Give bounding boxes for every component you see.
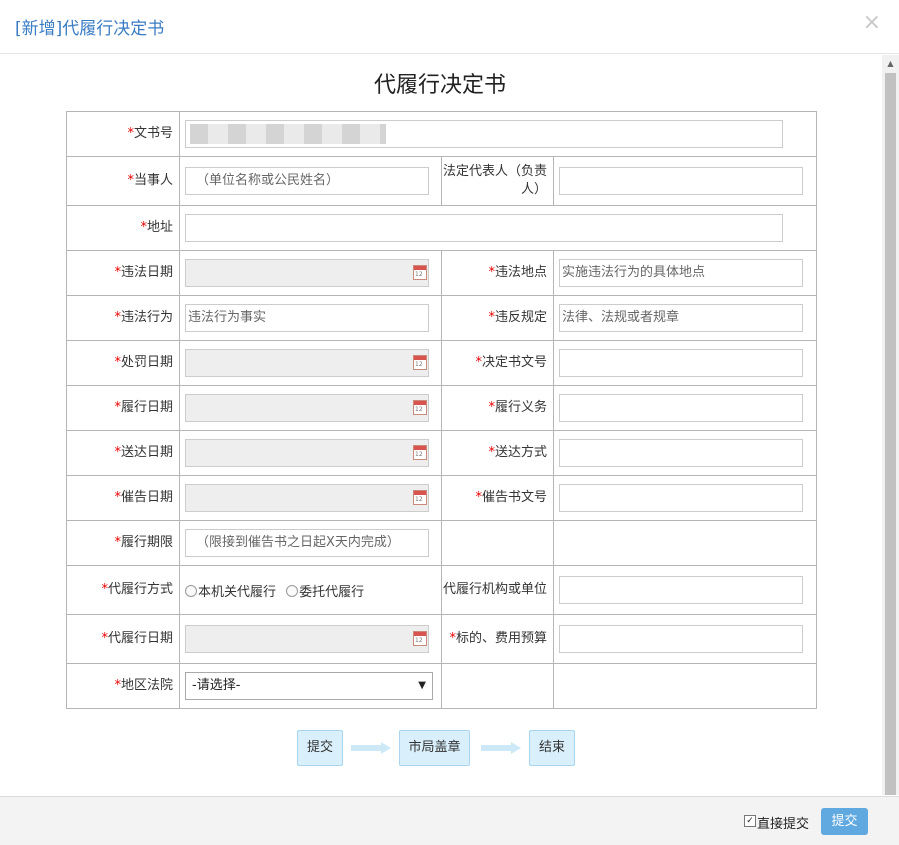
violated-rule-label: *违反规定 bbox=[441, 295, 554, 341]
calendar-icon[interactable]: 12 bbox=[413, 490, 427, 505]
address-label: *地址 bbox=[66, 205, 180, 251]
scroll-up-icon[interactable]: ▲ bbox=[882, 55, 899, 72]
doc-number-input[interactable] bbox=[185, 120, 783, 148]
radio-button[interactable] bbox=[185, 584, 197, 597]
substitute-date-input[interactable]: 12 bbox=[185, 625, 429, 653]
direct-submit-label: 直接提交 bbox=[757, 817, 810, 832]
flow-step-end: 结束 bbox=[529, 730, 575, 766]
delivery-method-label: *送达方式 bbox=[441, 430, 554, 476]
violation-act-label: *违法行为 bbox=[66, 295, 180, 341]
legal-rep-input[interactable] bbox=[559, 167, 803, 195]
urge-number-input[interactable] bbox=[559, 484, 803, 512]
form-scroll-area: 代履行决定书 *文书号 *当事人 （单位名称或公民姓名） 法定代表人（负责人） … bbox=[0, 55, 899, 795]
delivery-date-input[interactable]: 12 bbox=[185, 439, 429, 467]
substitute-date-label: *代履行日期 bbox=[66, 614, 180, 664]
perform-date-label: *履行日期 bbox=[66, 385, 180, 431]
decision-number-input[interactable] bbox=[559, 349, 803, 377]
budget-input[interactable] bbox=[559, 625, 803, 653]
violation-place-label: *违法地点 bbox=[441, 250, 554, 296]
court-select[interactable]: -请选择- ▼ bbox=[185, 672, 433, 700]
direct-submit-checkbox[interactable]: ✓ bbox=[744, 815, 756, 827]
substitute-org-label: 代履行机构或单位 bbox=[441, 565, 554, 615]
substitute-method-label: *代履行方式 bbox=[66, 565, 180, 615]
radio-button[interactable] bbox=[286, 584, 299, 597]
calendar-icon[interactable]: 12 bbox=[413, 445, 427, 460]
urge-date-label: *催告日期 bbox=[66, 475, 180, 521]
urge-number-label: *催告书文号 bbox=[441, 475, 554, 521]
address-input[interactable] bbox=[185, 214, 783, 242]
violation-date-label: *违法日期 bbox=[66, 250, 180, 296]
decision-number-label: *决定书文号 bbox=[441, 340, 554, 386]
urge-date-input[interactable]: 12 bbox=[185, 484, 429, 512]
party-label: *当事人 bbox=[66, 156, 180, 206]
delivery-method-input[interactable] bbox=[559, 439, 803, 467]
perform-duty-label: *履行义务 bbox=[441, 385, 554, 431]
empty-cell bbox=[441, 663, 554, 709]
violated-rule-input[interactable]: 法律、法规或者规章 bbox=[559, 304, 803, 332]
empty-cell bbox=[552, 663, 818, 709]
chevron-down-icon: ▼ bbox=[418, 680, 426, 691]
penalty-date-input[interactable]: 12 bbox=[185, 349, 429, 377]
close-icon[interactable]: × bbox=[863, 12, 881, 34]
dialog-title: [新增]代履行决定书 bbox=[15, 19, 165, 39]
doc-title: 代履行决定书 bbox=[373, 73, 506, 98]
dialog-footer: ✓ 直接提交 提交 bbox=[0, 796, 899, 845]
perform-deadline-input[interactable]: （限接到催告书之日起X天内完成） bbox=[185, 529, 429, 557]
dialog-header: [新增]代履行决定书 × bbox=[0, 0, 899, 54]
perform-duty-input[interactable] bbox=[559, 394, 803, 422]
violation-date-input[interactable]: 12 bbox=[185, 259, 429, 287]
delivery-date-label: *送达日期 bbox=[66, 430, 180, 476]
substitute-org-input[interactable] bbox=[559, 576, 803, 604]
doc-number-label: *文书号 bbox=[66, 111, 180, 157]
violation-place-input[interactable]: 实施违法行为的具体地点 bbox=[559, 259, 803, 287]
penalty-date-label: *处罚日期 bbox=[66, 340, 180, 386]
empty-cell bbox=[441, 520, 554, 566]
calendar-icon[interactable]: 12 bbox=[413, 265, 427, 280]
empty-cell bbox=[552, 520, 818, 566]
calendar-icon[interactable]: 12 bbox=[413, 400, 427, 415]
submit-button[interactable]: 提交 bbox=[821, 808, 868, 835]
flow-step-seal: 市局盖章 bbox=[399, 730, 470, 766]
legal-rep-label: 法定代表人（负责人） bbox=[441, 156, 554, 206]
court-label: *地区法院 bbox=[66, 663, 180, 709]
flow-arrow-icon bbox=[481, 742, 521, 754]
budget-label: *标的、费用预算 bbox=[441, 614, 554, 664]
radio-self[interactable]: 本机关代履行 bbox=[185, 584, 276, 600]
decision-form: *文书号 *当事人 （单位名称或公民姓名） 法定代表人（负责人） *地址 *违法… bbox=[66, 111, 818, 709]
scroll-thumb[interactable] bbox=[885, 73, 896, 795]
radio-entrust[interactable]: 委托代履行 bbox=[286, 584, 364, 600]
calendar-icon[interactable]: 12 bbox=[413, 631, 427, 646]
perform-date-input[interactable]: 12 bbox=[185, 394, 429, 422]
scrollbar[interactable]: ▲ bbox=[882, 55, 899, 795]
party-input[interactable]: （单位名称或公民姓名） bbox=[185, 167, 429, 195]
violation-act-input[interactable]: 违法行为事实 bbox=[185, 304, 429, 332]
perform-deadline-label: *履行期限 bbox=[66, 520, 180, 566]
redacted-doc-number bbox=[190, 123, 386, 144]
flow-step-submit: 提交 bbox=[297, 730, 343, 766]
flow-arrow-icon bbox=[351, 742, 391, 754]
calendar-icon[interactable]: 12 bbox=[413, 355, 427, 370]
